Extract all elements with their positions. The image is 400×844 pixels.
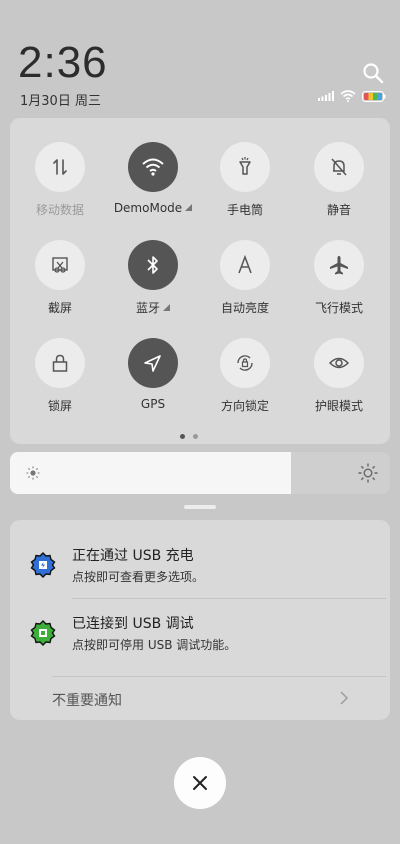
status-icons: [318, 90, 386, 102]
brightness-high-icon: [358, 463, 378, 483]
tile-gps[interactable]: GPS: [108, 338, 198, 411]
tile-mobile-data[interactable]: 移动数据: [15, 142, 105, 218]
chevron-right-icon[interactable]: [338, 690, 350, 706]
notification-subtitle: 点按即可查看更多选项。: [72, 570, 205, 584]
tile-airplane[interactable]: 飞行模式: [294, 240, 384, 316]
notification-title: 已连接到 USB 调试: [72, 616, 194, 632]
airplane-icon: [314, 240, 364, 290]
flashlight-icon: [220, 142, 270, 192]
tile-screenshot[interactable]: 截屏: [15, 240, 105, 316]
close-button[interactable]: [174, 757, 226, 809]
divider: [52, 676, 386, 677]
notification-usb-charging[interactable]: 正在通过 USB 充电 点按即可查看更多选项。: [10, 542, 390, 602]
page-indicator: [180, 434, 198, 439]
mute-bell-icon: [314, 142, 364, 192]
date: 1月30日 周三: [20, 94, 101, 109]
expand-arrow-icon: [163, 304, 170, 311]
tile-label: 锁屏: [47, 399, 72, 413]
expand-arrow-icon: [185, 204, 193, 211]
tile-bluetooth[interactable]: 蓝牙: [108, 240, 198, 316]
tile-label: 护眼模式: [314, 399, 363, 413]
tile-label: 移动数据: [35, 203, 84, 217]
tile-auto-brightness[interactable]: 自动亮度: [200, 240, 290, 316]
notification-usb-debug[interactable]: 已连接到 USB 调试 点按即可停用 USB 调试功能。: [10, 610, 390, 670]
screenshot-icon: [35, 240, 85, 290]
unimportant-notifications-link[interactable]: 不重要通知: [52, 690, 122, 710]
tile-eye-care[interactable]: 护眼模式: [294, 338, 384, 414]
time: 2:36: [18, 38, 108, 87]
mobile-data-icon: [35, 142, 85, 192]
rotation-lock-icon: [220, 338, 270, 388]
tile-rotation-lock[interactable]: 方向锁定: [200, 338, 290, 414]
page-dot: [193, 434, 198, 439]
drag-handle[interactable]: [184, 505, 216, 509]
tile-label: 飞行模式: [314, 301, 363, 315]
usb-charging-icon: [30, 552, 56, 578]
tile-label: 手电筒: [226, 203, 263, 217]
signal-icon: [318, 91, 334, 101]
eye-icon: [314, 338, 364, 388]
wifi-status-icon: [340, 90, 356, 102]
bluetooth-icon: [128, 240, 178, 290]
tile-label: 截屏: [47, 301, 72, 315]
notification-title: 正在通过 USB 充电: [72, 548, 194, 564]
tile-mute[interactable]: 静音: [294, 142, 384, 218]
tile-lock-screen[interactable]: 锁屏: [15, 338, 105, 414]
tile-label: GPS: [140, 397, 166, 411]
notification-subtitle: 点按即可停用 USB 调试功能。: [72, 638, 237, 652]
page-dot: [180, 434, 185, 439]
usb-debug-icon: [30, 620, 56, 646]
tile-label: 自动亮度: [220, 301, 269, 315]
tile-flashlight[interactable]: 手电筒: [200, 142, 290, 218]
close-icon: [193, 776, 207, 790]
tile-label: DemoMode: [108, 201, 198, 215]
tile-label: 静音: [326, 203, 351, 217]
tile-wifi[interactable]: DemoMode: [108, 142, 198, 215]
quick-settings-panel: 移动数据 DemoMode 手电筒 静音 截屏 蓝牙 自动亮度 飞行模式 锁屏 …: [10, 118, 390, 444]
wifi-icon: [128, 142, 178, 192]
battery-icon: [362, 90, 386, 102]
tile-label: 方向锁定: [220, 399, 269, 413]
lock-icon: [35, 338, 85, 388]
brightness-slider[interactable]: [10, 452, 390, 494]
gps-icon: [128, 338, 178, 388]
brightness-low-icon: [26, 466, 40, 480]
tile-label: 蓝牙: [108, 299, 198, 316]
search-icon[interactable]: [362, 62, 384, 84]
auto-brightness-icon: [220, 240, 270, 290]
brightness-fill: [10, 452, 292, 494]
divider: [72, 598, 386, 599]
notification-panel: 正在通过 USB 充电 点按即可查看更多选项。 已连接到 USB 调试 点按即可…: [10, 520, 390, 720]
